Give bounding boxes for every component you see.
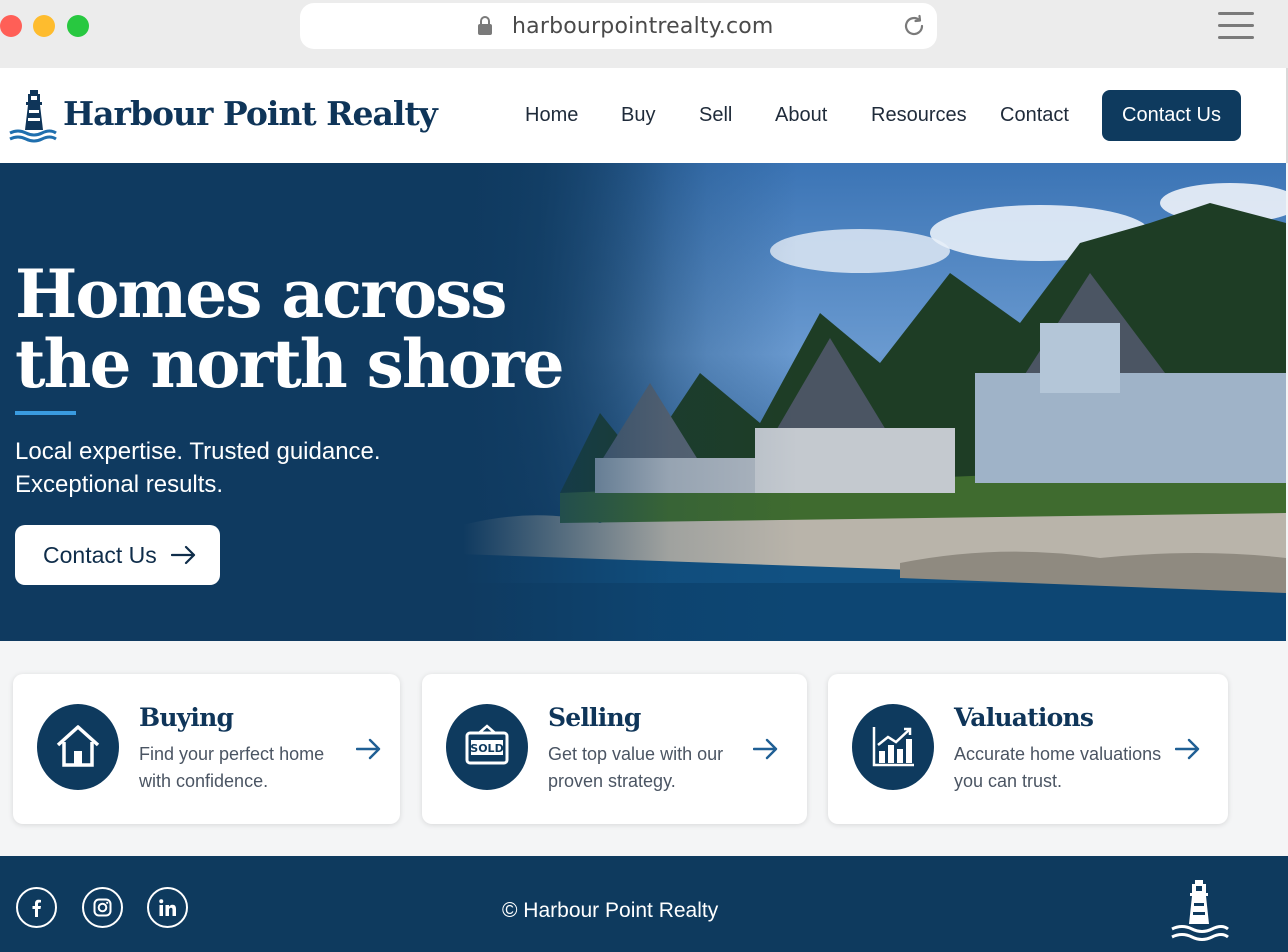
hero-section: Homes across the north shore Local exper…: [0, 163, 1286, 641]
site-footer: © Harbour Point Realty: [0, 856, 1288, 952]
hero-divider: [15, 411, 76, 415]
arrow-right-icon[interactable]: [1175, 738, 1201, 760]
linkedin-icon: [159, 899, 176, 916]
url-text: harbourpointrealty.com: [512, 14, 774, 39]
card-description: Get top value with our proven strategy.: [548, 741, 723, 795]
linkedin-link[interactable]: [147, 887, 188, 928]
valuations-card[interactable]: Valuations Accurate home valuations you …: [828, 674, 1228, 824]
sold-sign-icon: SOLD: [465, 724, 509, 765]
sold-sign-text: SOLD: [470, 742, 503, 755]
minimize-window-button[interactable]: [33, 15, 55, 37]
lighthouse-logo-icon[interactable]: [8, 88, 58, 144]
buying-card[interactable]: Buying Find your perfect home with confi…: [13, 674, 400, 824]
nav-buy[interactable]: Buy: [621, 104, 655, 127]
reload-icon[interactable]: [901, 13, 927, 39]
hero-title-line: the north shore: [15, 325, 565, 403]
card-desc-line: you can trust.: [954, 771, 1063, 791]
nav-sell[interactable]: Sell: [699, 104, 732, 127]
copyright-text: © Harbour Point Realty: [502, 899, 719, 922]
close-window-button[interactable]: [0, 15, 22, 37]
instagram-link[interactable]: [82, 887, 123, 928]
hero-title: Homes across the north shore: [15, 255, 565, 403]
instagram-icon: [93, 898, 112, 917]
address-bar[interactable]: harbourpointrealty.com: [300, 3, 937, 49]
arrow-right-icon[interactable]: [753, 738, 779, 760]
hero-contact-us-button[interactable]: Contact Us: [15, 525, 220, 585]
hero-subtitle: Local expertise. Trusted guidance. Excep…: [15, 435, 381, 501]
card-title: Selling: [548, 703, 641, 732]
hero-title-line: Homes across: [15, 255, 507, 333]
card-desc-line: with confidence.: [139, 771, 269, 791]
facebook-link[interactable]: [16, 887, 57, 928]
card-desc-line: Accurate home valuations: [954, 744, 1162, 764]
brand-name[interactable]: Harbour Point Realty: [63, 94, 438, 133]
selling-icon-badge: SOLD: [446, 704, 528, 790]
lock-icon: [478, 16, 492, 35]
card-title: Valuations: [954, 703, 1094, 732]
house-icon: [56, 725, 100, 767]
menu-icon[interactable]: [1218, 12, 1254, 40]
hero-subtitle-line: Exceptional results.: [15, 471, 224, 498]
arrow-right-icon[interactable]: [356, 738, 382, 760]
lighthouse-footer-icon: [1171, 880, 1229, 941]
hero-cta-label: Contact Us: [43, 541, 157, 568]
card-desc-line: Find your perfect home: [139, 744, 325, 764]
arrow-right-icon: [170, 545, 195, 565]
browser-chrome: harbourpointrealty.com: [0, 0, 1288, 68]
nav-about[interactable]: About: [775, 104, 827, 127]
nav-home[interactable]: Home: [525, 104, 578, 127]
hero-subtitle-line: Local expertise. Trusted guidance.: [15, 438, 381, 465]
contact-us-button[interactable]: Contact Us: [1102, 90, 1241, 141]
nav-contact[interactable]: Contact: [1000, 104, 1069, 127]
card-description: Accurate home valuations you can trust.: [954, 741, 1161, 795]
nav-resources[interactable]: Resources: [871, 104, 967, 127]
site-header: Harbour Point Realty Home Buy Sell About…: [0, 68, 1288, 163]
maximize-window-button[interactable]: [67, 15, 89, 37]
growth-chart-icon: [872, 727, 914, 767]
facebook-icon: [32, 899, 41, 917]
card-desc-line: Get top value with our: [548, 744, 724, 764]
card-title: Buying: [139, 703, 234, 732]
card-desc-line: proven strategy.: [548, 771, 676, 791]
valuations-icon-badge: [852, 704, 934, 790]
card-description: Find your perfect home with confidence.: [139, 741, 324, 795]
selling-card[interactable]: SOLD Selling Get top value with our prov…: [422, 674, 807, 824]
buying-icon-badge: [37, 704, 119, 790]
